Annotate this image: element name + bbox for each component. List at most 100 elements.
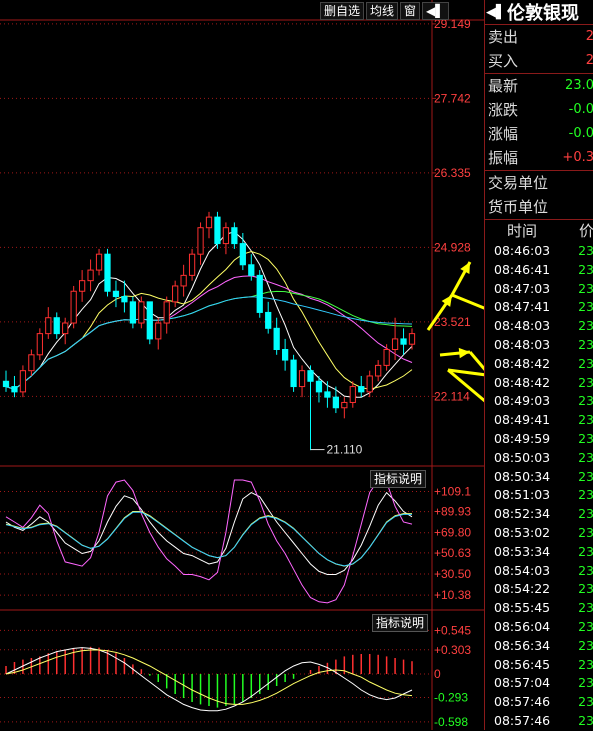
tick-price: 23	[578, 712, 593, 728]
tick-row: 08:52:34 23	[485, 505, 593, 524]
candle	[70, 285, 77, 329]
quote-row: 卖出 2	[485, 25, 593, 49]
tick-time: 08:54:03	[494, 562, 551, 578]
tick-price: 23	[578, 675, 593, 691]
tick-time: 08:46:03	[494, 243, 551, 258]
quote-header: ◀▌ 伦敦银现	[485, 0, 593, 25]
tick-row: 08:49:03 23	[485, 392, 593, 411]
quote-label: 涨幅	[488, 125, 519, 143]
quote-row: 振幅 +0.3	[485, 146, 593, 170]
quote-panel: ◀▌ 伦敦银现 卖出 2 买入 2 最新 23.0 涨跌 -0.0 涨幅 -0.0 振幅 +0.3 交易…	[484, 0, 593, 730]
tick-time: 08:50:34	[494, 468, 551, 484]
tick-row: 08:56:45 23	[485, 656, 593, 675]
tick-time: 08:55:45	[494, 600, 551, 616]
window-button[interactable]: 窗	[400, 2, 421, 20]
quote-label: 振幅	[488, 149, 519, 167]
tick-time: 08:54:22	[494, 581, 551, 597]
ind2-axis-label: -0.598	[434, 715, 468, 729]
candle	[146, 301, 153, 345]
tick-list[interactable]: 08:46:03 23 08:46:41 23 08:47:03 23 08:47:41 23…	[485, 242, 593, 731]
indicator2-help-button[interactable]: 指标说明	[372, 614, 429, 632]
price-axis-label: 23.521	[434, 315, 471, 329]
tick-row: 08:57:46 23	[485, 712, 593, 731]
tick-time: 08:47:41	[494, 299, 551, 315]
tick-row: 08:49:59 23	[485, 430, 593, 449]
tick-row: 08:56:34 23	[485, 637, 593, 656]
tick-time: 08:49:59	[494, 430, 551, 446]
tick-price: 23	[578, 374, 593, 390]
quote-rows: 卖出 2 买入 2 最新 23.0 涨跌 -0.0 涨幅 -0.0 振幅 +0.3 交易单位 货币单位	[485, 25, 593, 219]
tick-row: 08:48:42 23	[485, 355, 593, 374]
tick-price: 23	[578, 562, 593, 578]
ind1-axis-label: +69.80	[434, 526, 471, 540]
tick-price: 23	[578, 299, 593, 315]
ind2-axis-label: -0.293	[434, 690, 468, 704]
tick-price: 23	[578, 243, 593, 258]
quote-row: 涨跌 -0.0	[485, 98, 593, 122]
ind1-axis-label: +89.93	[434, 505, 471, 519]
tick-price: 23	[578, 430, 593, 446]
tick-time: 08:49:41	[494, 412, 551, 428]
ticks-time-header: 时间	[507, 222, 538, 240]
tick-price: 23	[578, 543, 593, 559]
tick-price: 23	[578, 412, 593, 428]
tick-row: 08:47:03 23	[485, 280, 593, 299]
tick-row: 08:53:34 23	[485, 543, 593, 562]
tick-price: 23	[578, 581, 593, 597]
tick-price: 23	[578, 318, 593, 334]
quote-value: 23.0	[565, 78, 593, 93]
quote-label: 卖出	[488, 28, 519, 46]
price-axis-label: 27.742	[434, 91, 471, 105]
tick-row: 08:48:42 23	[485, 374, 593, 393]
tick-time: 08:50:03	[494, 449, 551, 465]
instrument-name: 伦敦银现	[507, 3, 579, 24]
remove-watchlist-button[interactable]: 删自选	[320, 2, 365, 20]
tick-time: 08:53:02	[494, 524, 551, 540]
price-axis-label: 26.335	[434, 166, 471, 180]
tick-price: 23	[578, 506, 593, 522]
quote-value: -0.0	[568, 102, 593, 117]
price-axis-label: 24.928	[434, 240, 471, 254]
tick-price: 23	[578, 487, 593, 503]
ind2-axis-label: +0.545	[434, 623, 471, 637]
tick-row: 08:47:41 23	[485, 298, 593, 317]
collapse-button[interactable]: ◀▌	[422, 2, 449, 20]
tick-price: 23	[578, 618, 593, 634]
quote-row: 涨幅 -0.0	[485, 122, 593, 146]
quote-value: 2	[585, 29, 593, 44]
tick-price: 23	[578, 637, 593, 653]
tick-price: 23	[578, 468, 593, 484]
tick-row: 08:57:46 23	[485, 693, 593, 712]
tick-price: 23	[578, 393, 593, 409]
tick-row: 08:57:04 23	[485, 674, 593, 693]
moving-average-button[interactable]: 均线	[366, 2, 399, 20]
tick-time: 08:57:04	[494, 675, 551, 691]
quote-row: 买入 2	[485, 49, 593, 73]
tick-time: 08:48:03	[494, 336, 551, 352]
indicator1-help-button[interactable]: 指标说明	[370, 470, 427, 488]
tick-row: 08:49:41 23	[485, 411, 593, 430]
chart-toolbar: 删自选 均线 窗 ◀▌	[320, 2, 449, 20]
ind1-axis-label: +10.38	[434, 588, 471, 602]
candle	[256, 270, 263, 318]
tick-time: 08:57:46	[494, 712, 551, 728]
price-axis-label: 22.114	[434, 389, 470, 403]
tick-price: 23	[578, 355, 593, 371]
ind2-axis-label: +0.303	[434, 643, 471, 657]
tick-price: 23	[578, 600, 593, 616]
tick-price: 23	[578, 449, 593, 465]
tick-row: 08:54:22 23	[485, 580, 593, 599]
quote-label: 最新	[488, 77, 519, 95]
quote-value: -0.0	[568, 126, 593, 141]
tick-time: 08:56:45	[494, 656, 551, 672]
tick-time: 08:56:34	[494, 637, 551, 653]
tick-row: 08:48:03 23	[485, 317, 593, 336]
tick-time: 08:53:34	[494, 543, 551, 559]
panel-toggle-icon[interactable]: ◀▌	[485, 5, 507, 20]
tick-time: 08:46:41	[494, 261, 551, 277]
tick-price: 23	[578, 261, 593, 277]
tick-row: 08:46:41 23	[485, 261, 593, 280]
tick-row: 08:54:03 23	[485, 562, 593, 581]
quote-label: 涨跌	[488, 101, 519, 119]
quote-row: 货币单位	[485, 195, 593, 219]
